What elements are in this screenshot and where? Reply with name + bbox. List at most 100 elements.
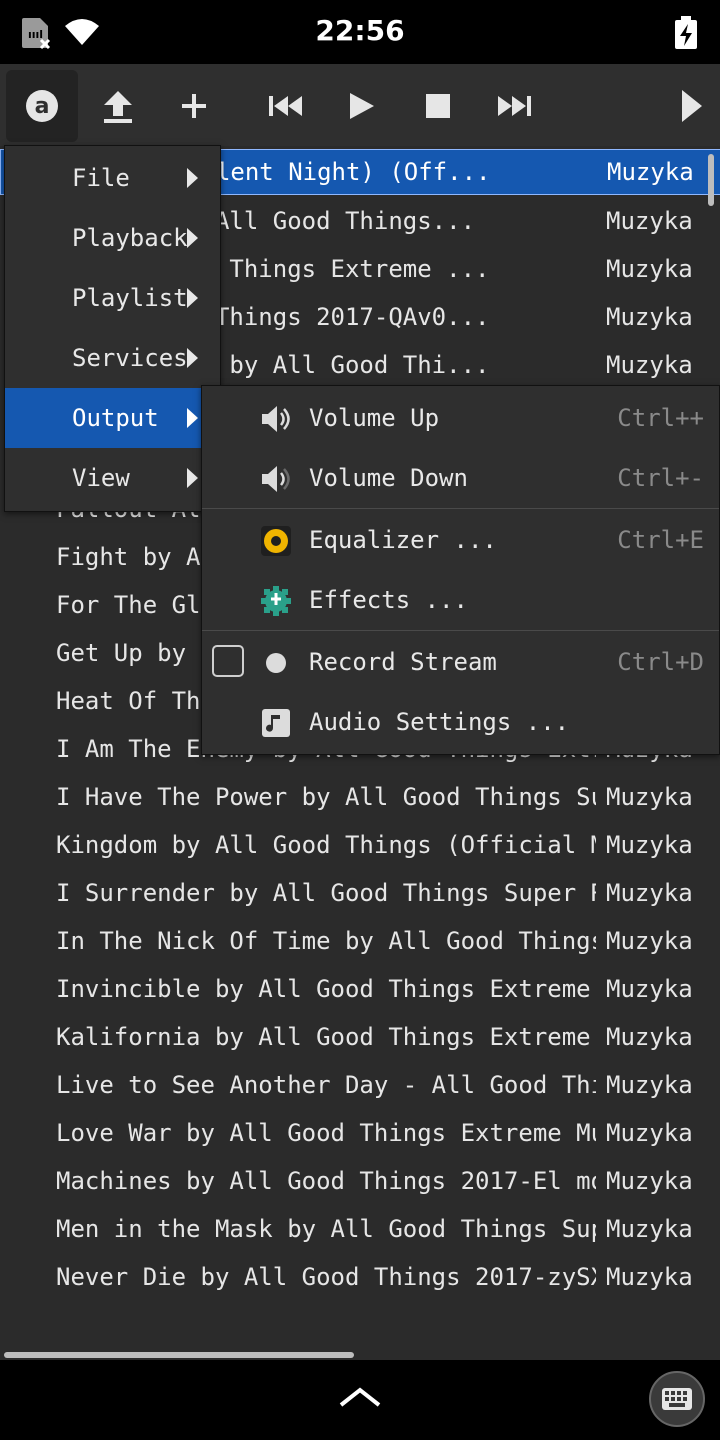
equalizer-icon <box>261 526 291 556</box>
equalizer-item[interactable]: Equalizer ... Ctrl+E <box>202 510 719 570</box>
open-button[interactable] <box>82 70 154 142</box>
track-title: Kingdom by All Good Things (Official Mu.… <box>56 831 596 859</box>
track-title: Men in the Mask by All Good Things Supe.… <box>56 1215 596 1243</box>
menu-item-label: View <box>72 464 130 492</box>
track-title: I Surrender by All Good Things Super Ro.… <box>56 879 596 907</box>
add-button[interactable] <box>158 70 230 142</box>
submenu-arrow-icon <box>187 288 198 308</box>
menu-item-view[interactable]: View <box>5 448 220 508</box>
track-title: Love War by All Good Things Extreme Mus.… <box>56 1119 596 1147</box>
chevron-up-icon[interactable] <box>338 1386 382 1408</box>
submenu-arrow-icon <box>187 348 198 368</box>
playlist-row[interactable]: In The Nick Of Time by All Good Things .… <box>0 917 720 965</box>
playlist-row[interactable]: Kingdom by All Good Things (Official Mu.… <box>0 821 720 869</box>
navigation-bar <box>0 1360 720 1440</box>
skip-next-icon <box>498 96 531 116</box>
menu-item-label: File <box>72 164 130 192</box>
track-category: Muzyka <box>606 255 693 283</box>
submenu-arrow-icon <box>187 468 198 488</box>
chevron-right-icon <box>682 90 702 122</box>
track-category: Muzyka <box>606 1023 693 1051</box>
track-title: Never Die by All Good Things 2017-zySXF.… <box>56 1263 596 1291</box>
track-category: Muzyka <box>606 1071 693 1099</box>
volume-up-item[interactable]: Volume Up Ctrl++ <box>202 388 719 448</box>
playlist-row[interactable]: I Have The Power by All Good Things Sup.… <box>0 773 720 821</box>
record-dot-icon <box>266 653 286 673</box>
playlist-row[interactable]: Love War by All Good Things Extreme Mus.… <box>0 1109 720 1157</box>
menu-item-label: Services <box>72 344 188 372</box>
volume-down-shortcut: Ctrl+- <box>617 464 704 492</box>
track-category: Muzyka <box>606 975 693 1003</box>
menu-divider <box>202 508 719 509</box>
track-title: I Have The Power by All Good Things Sup.… <box>56 783 596 811</box>
playlist-row[interactable]: Never Die by All Good Things 2017-zySXF.… <box>0 1253 720 1301</box>
track-category: Muzyka <box>606 927 693 955</box>
menu-divider <box>202 630 719 631</box>
vertical-scrollbar[interactable] <box>708 154 714 206</box>
menu-item-file[interactable]: File <box>5 148 220 208</box>
upload-icon <box>104 91 132 123</box>
track-category: Muzyka <box>606 303 693 331</box>
playlist-row[interactable]: Invincible by All Good Things Extreme M.… <box>0 965 720 1013</box>
toolbar: a <box>0 64 720 146</box>
menu-item-playback[interactable]: Playback <box>5 208 220 268</box>
track-category: Muzyka <box>607 158 694 186</box>
svg-text:a: a <box>35 94 50 119</box>
stop-button[interactable] <box>402 70 474 142</box>
previous-button[interactable] <box>250 70 322 142</box>
menu-item-label: Playlist <box>72 284 188 312</box>
effects-gear-icon <box>261 586 291 616</box>
clock: 22:56 <box>315 14 405 47</box>
audio-settings-item[interactable]: Audio Settings ... <box>202 692 719 752</box>
status-bar: ıııl 22:56 <box>0 0 720 64</box>
more-toolbar-button[interactable] <box>656 70 720 142</box>
record-stream-checkbox[interactable] <box>212 645 244 677</box>
track-title: In The Nick Of Time by All Good Things .… <box>56 927 596 955</box>
volume-down-label: Volume Down <box>309 464 468 492</box>
track-category: Muzyka <box>606 831 693 859</box>
playlist-row[interactable]: I Surrender by All Good Things Super Ro.… <box>0 869 720 917</box>
volume-down-item[interactable]: Volume Down Ctrl+- <box>202 448 719 508</box>
menu-item-services[interactable]: Services <box>5 328 220 388</box>
playlist-row[interactable]: Men in the Mask by All Good Things Supe.… <box>0 1205 720 1253</box>
next-button[interactable] <box>478 70 550 142</box>
playlist-row[interactable]: Kalifornia by All Good Things Extreme M.… <box>0 1013 720 1061</box>
record-stream-item[interactable]: Record Stream Ctrl+D <box>202 632 719 692</box>
effects-item[interactable]: Effects ... <box>202 570 719 630</box>
track-title: Kalifornia by All Good Things Extreme M.… <box>56 1023 596 1051</box>
keyboard-icon <box>662 1388 692 1410</box>
plus-icon <box>182 94 206 118</box>
skip-previous-icon <box>269 96 302 116</box>
track-category: Muzyka <box>606 783 693 811</box>
volume-up-shortcut: Ctrl++ <box>617 404 704 432</box>
app-menu-button[interactable]: a <box>6 70 78 142</box>
app-logo-icon: a <box>26 90 58 122</box>
track-title: Invincible by All Good Things Extreme M.… <box>56 975 596 1003</box>
playlist-row[interactable]: Live to See Another Day - All Good Thin.… <box>0 1061 720 1109</box>
battery-charging-icon <box>675 16 697 49</box>
track-title: Live to See Another Day - All Good Thin.… <box>56 1071 596 1099</box>
menu-item-playlist[interactable]: Playlist <box>5 268 220 328</box>
music-note-icon <box>262 709 290 737</box>
effects-label: Effects ... <box>309 586 468 614</box>
track-category: Muzyka <box>606 879 693 907</box>
submenu-arrow-icon <box>187 168 198 188</box>
horizontal-scrollbar[interactable] <box>4 1352 354 1358</box>
stop-icon <box>426 94 450 118</box>
track-category: Muzyka <box>606 1215 693 1243</box>
equalizer-label: Equalizer ... <box>309 526 497 554</box>
equalizer-shortcut: Ctrl+E <box>617 526 704 554</box>
menu-item-label: Output <box>72 404 159 432</box>
submenu-arrow-icon <box>187 228 198 248</box>
menu-item-label: Playback <box>72 224 188 252</box>
play-icon <box>350 93 374 119</box>
track-title: Machines by All Good Things 2017-El md0.… <box>56 1167 596 1195</box>
menu-item-output[interactable]: Output <box>5 388 220 448</box>
play-button[interactable] <box>326 70 398 142</box>
record-stream-shortcut: Ctrl+D <box>617 648 704 676</box>
output-submenu: Volume Up Ctrl++ Volume Down Ctrl+- Equa… <box>201 385 720 755</box>
playlist-row[interactable]: Machines by All Good Things 2017-El md0.… <box>0 1157 720 1205</box>
volume-up-icon <box>262 406 290 432</box>
main-menu: File Playback Playlist Services Output V… <box>4 145 221 512</box>
keyboard-button[interactable] <box>649 1371 705 1427</box>
